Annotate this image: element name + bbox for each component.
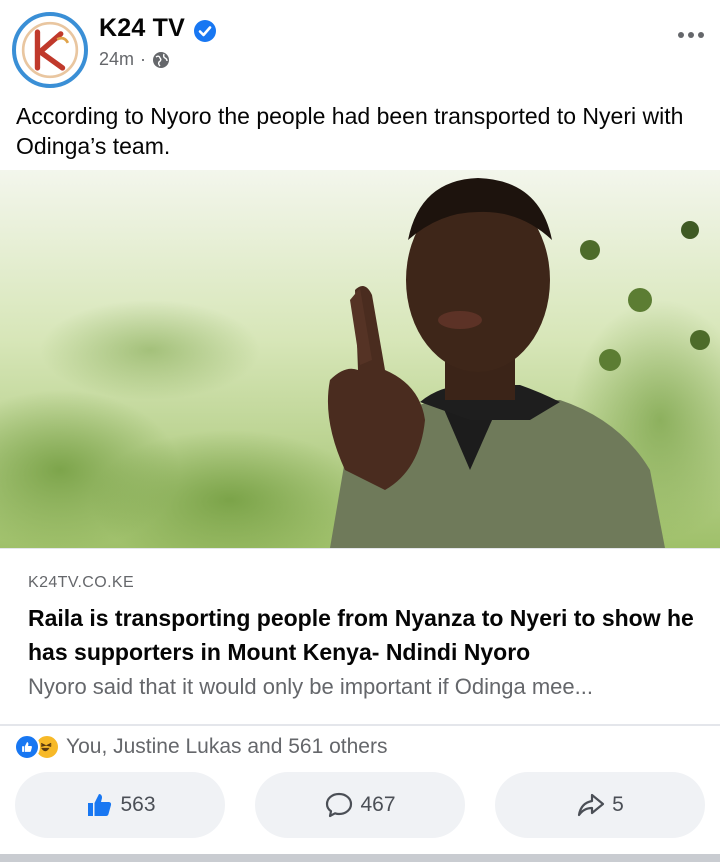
verified-badge-icon xyxy=(194,20,216,42)
news-photo-image xyxy=(0,170,720,548)
comment-count: 467 xyxy=(360,793,396,816)
link-headline[interactable]: Raila is transporting people from Nyanza… xyxy=(28,601,698,669)
page-avatar[interactable] xyxy=(12,12,88,88)
post-header: K24 TV 24m · xyxy=(0,0,720,95)
dot-icon xyxy=(698,32,704,38)
page-name[interactable]: K24 TV xyxy=(99,14,185,43)
comment-button[interactable]: 467 xyxy=(255,772,465,838)
post-meta: 24m · xyxy=(99,49,170,70)
globe-icon xyxy=(153,51,170,68)
divider xyxy=(0,724,720,726)
link-description: Nyoro said that it would only be importa… xyxy=(28,674,593,699)
more-options-button[interactable] xyxy=(676,22,706,48)
k24-logo-icon xyxy=(17,17,83,83)
post-time[interactable]: 24m xyxy=(99,49,134,70)
share-button[interactable]: 5 xyxy=(495,772,705,838)
post-photo[interactable] xyxy=(0,170,720,548)
link-preview-card[interactable]: K24TV.CO.KE Raila is transporting people… xyxy=(0,548,720,724)
dot-icon xyxy=(678,32,684,38)
link-domain: K24TV.CO.KE xyxy=(28,574,135,591)
like-icon xyxy=(14,734,40,760)
reaction-text[interactable]: You, Justine Lukas and 561 others xyxy=(66,735,387,759)
meta-separator: · xyxy=(140,49,147,69)
action-bar: 563 467 5 xyxy=(0,772,720,842)
dot-icon xyxy=(688,32,694,38)
post-caption: According to Nyoro the people had been t… xyxy=(16,103,684,159)
like-count: 563 xyxy=(120,793,156,816)
like-button[interactable]: 563 xyxy=(15,772,225,838)
share-count: 5 xyxy=(612,793,624,816)
reaction-summary[interactable]: You, Justine Lukas and 561 others xyxy=(14,732,387,762)
comment-icon xyxy=(326,792,353,818)
share-icon xyxy=(578,793,605,817)
thumbs-up-icon xyxy=(88,794,112,816)
post-separator-bar xyxy=(0,854,720,862)
